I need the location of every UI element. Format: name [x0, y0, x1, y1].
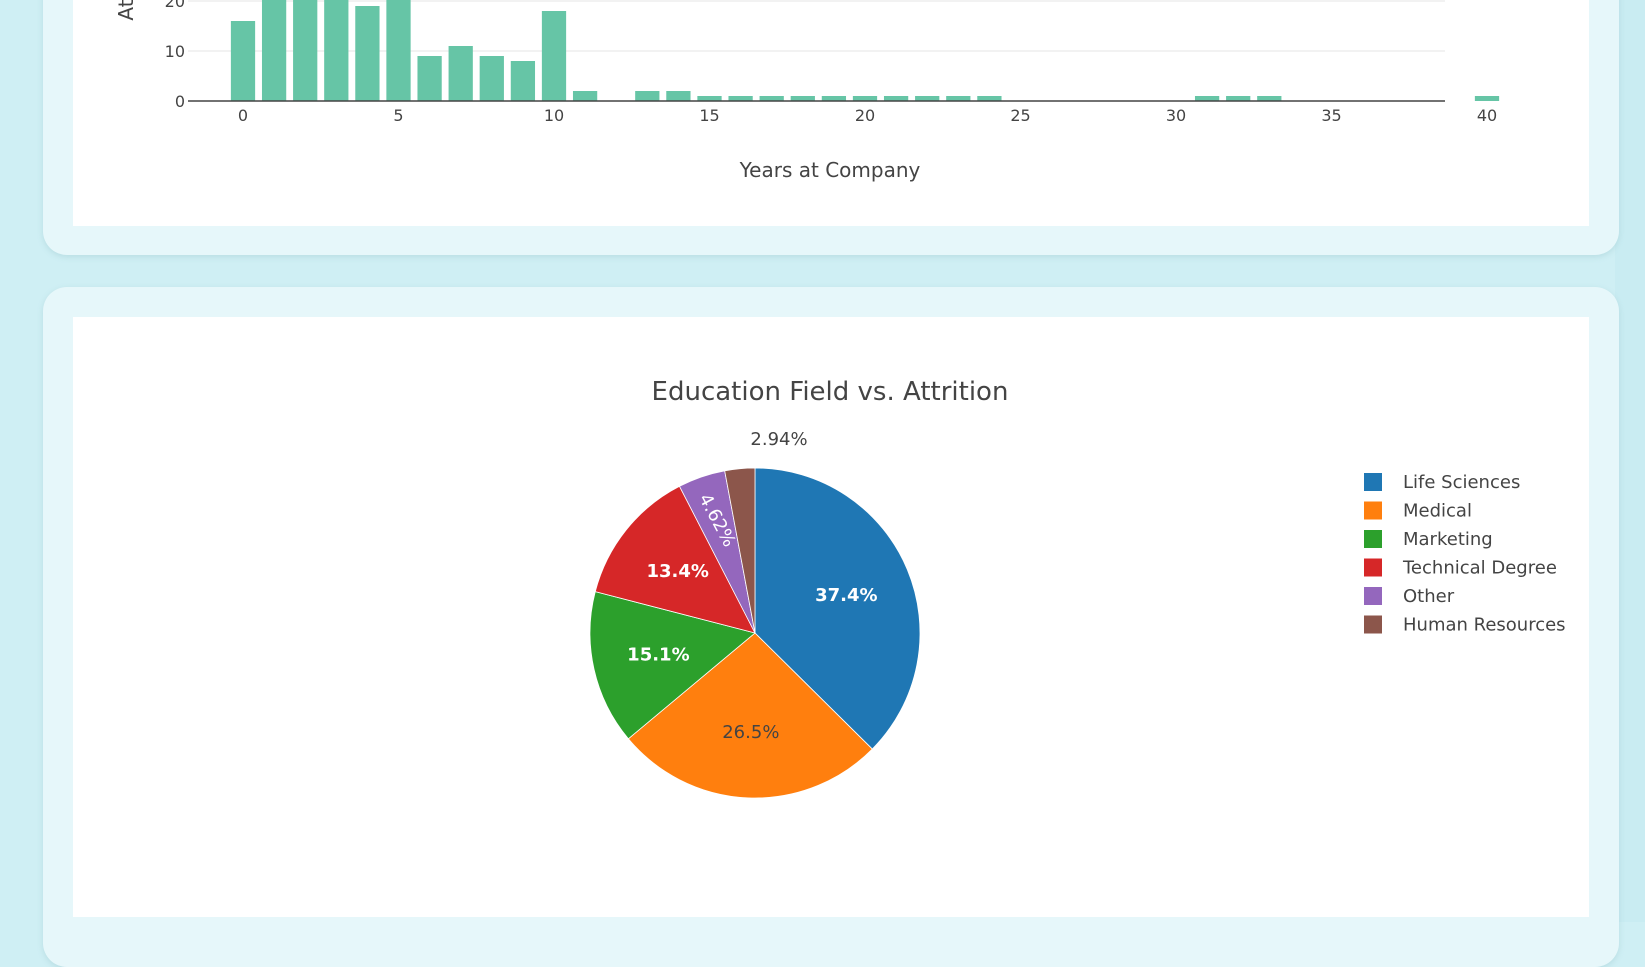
pie-label-technical-degree: 13.4%	[646, 561, 708, 582]
legend-swatch-medical	[1364, 501, 1382, 520]
legend-swatch-human-resources	[1364, 615, 1382, 634]
legend-swatch-technical-degree	[1364, 558, 1382, 577]
attrition-years-card: 0 5 10 15 20 25 30 35 40 0 10 20 Years at Company …	[43, 0, 1619, 255]
plot-area: Education Field vs. Attrition 37.4% 26.5%…	[73, 317, 1589, 917]
y-tick-label: 20	[165, 0, 185, 11]
page-right-strip	[1615, 0, 1645, 922]
y-tick-label: 10	[165, 42, 185, 61]
bar-7	[448, 46, 473, 101]
x-tick-label: 30	[1166, 106, 1186, 125]
x-tick-label: 35	[1321, 106, 1341, 125]
legend-item-other[interactable]: Other	[1403, 586, 1455, 607]
x-tick-label: 0	[238, 106, 248, 125]
legend-item-life-sciences[interactable]: Life Sciences	[1403, 472, 1520, 493]
bar-14	[666, 91, 691, 101]
bar-2	[293, 0, 318, 101]
bar-5	[386, 0, 411, 101]
x-tick-label: 5	[393, 106, 403, 125]
bar-11	[572, 91, 598, 101]
pie-label-marketing: 15.1%	[627, 645, 689, 666]
legend-swatch-marketing	[1364, 530, 1382, 548]
y-axis-label: At	[114, 0, 138, 21]
bar-13	[635, 91, 660, 101]
legend-swatch-life-sciences	[1364, 473, 1382, 491]
y-tick-label: 0	[175, 92, 185, 111]
bar-6	[417, 56, 442, 101]
x-tick-label: 15	[699, 106, 719, 125]
bar-8	[479, 56, 504, 101]
x-axis-label: Years at Company	[739, 158, 921, 182]
bar-10	[541, 11, 567, 101]
education-field-card: Education Field vs. Attrition 37.4% 26.5%…	[43, 287, 1619, 967]
years-at-company-bar-chart: 0 5 10 15 20 25 30 35 40 01020 Years at Company …	[114, 0, 1500, 182]
x-tick-label: 10	[544, 106, 564, 125]
bar-40	[1474, 96, 1500, 101]
legend-item-marketing[interactable]: Marketing	[1403, 529, 1493, 550]
x-tick-label: 25	[1010, 106, 1030, 125]
pie-label-human-resources: 2.94%	[750, 429, 807, 450]
legend-item-medical[interactable]: Medical	[1403, 501, 1472, 522]
bar-4	[355, 6, 380, 101]
education-field-pie-chart: Education Field vs. Attrition 37.4% 26.5%…	[589, 377, 1566, 799]
legend-swatch-other	[1364, 587, 1382, 605]
legend-item-human-resources[interactable]: Human Resources	[1403, 615, 1566, 636]
pie-label-life-sciences: 37.4%	[815, 585, 877, 606]
plot-area: 0 5 10 15 20 25 30 35 40 0 10 20 Years at Company …	[73, 0, 1589, 226]
bar-0	[230, 21, 256, 101]
bar-3	[324, 0, 349, 101]
bar-9	[510, 61, 536, 101]
legend-item-technical-degree[interactable]: Technical Degree	[1402, 558, 1557, 579]
chart-title: Education Field vs. Attrition	[652, 377, 1009, 407]
bar-1	[261, 0, 287, 101]
x-tick-label: 20	[855, 106, 875, 125]
pie-label-medical: 26.5%	[722, 722, 779, 743]
x-tick-label: 40	[1477, 106, 1497, 125]
